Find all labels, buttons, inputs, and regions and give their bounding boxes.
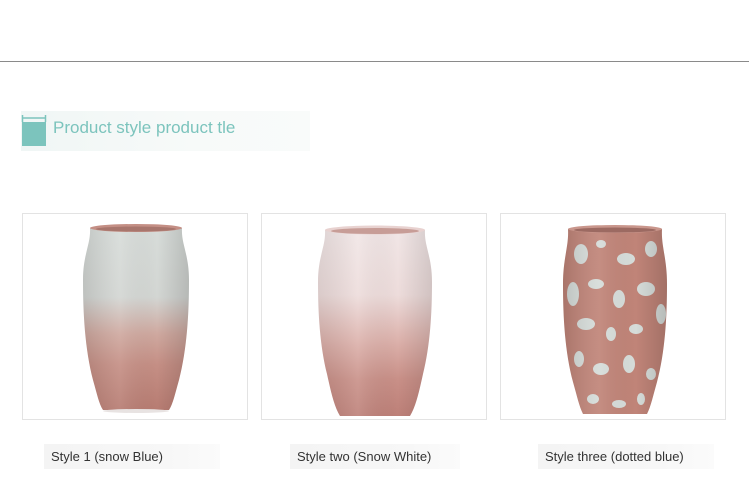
bookmark-icon (21, 115, 47, 146)
section-title: Product style product tle (53, 118, 236, 137)
product-card-style-2[interactable] (261, 213, 487, 420)
vase-image-dotted-blue (563, 225, 667, 414)
product-caption-style-3: Style three (dotted blue) (538, 444, 714, 469)
vase-image-snow-white (318, 225, 432, 416)
product-caption-style-1: Style 1 (snow Blue) (44, 444, 220, 469)
product-card-style-1[interactable] (22, 213, 248, 420)
product-caption-style-2: Style two (Snow White) (290, 444, 460, 469)
top-divider (0, 61, 749, 62)
product-card-style-3[interactable] (500, 213, 726, 420)
section-header: Product style product tle (21, 111, 310, 151)
vase-image-snow-blue (83, 224, 189, 413)
